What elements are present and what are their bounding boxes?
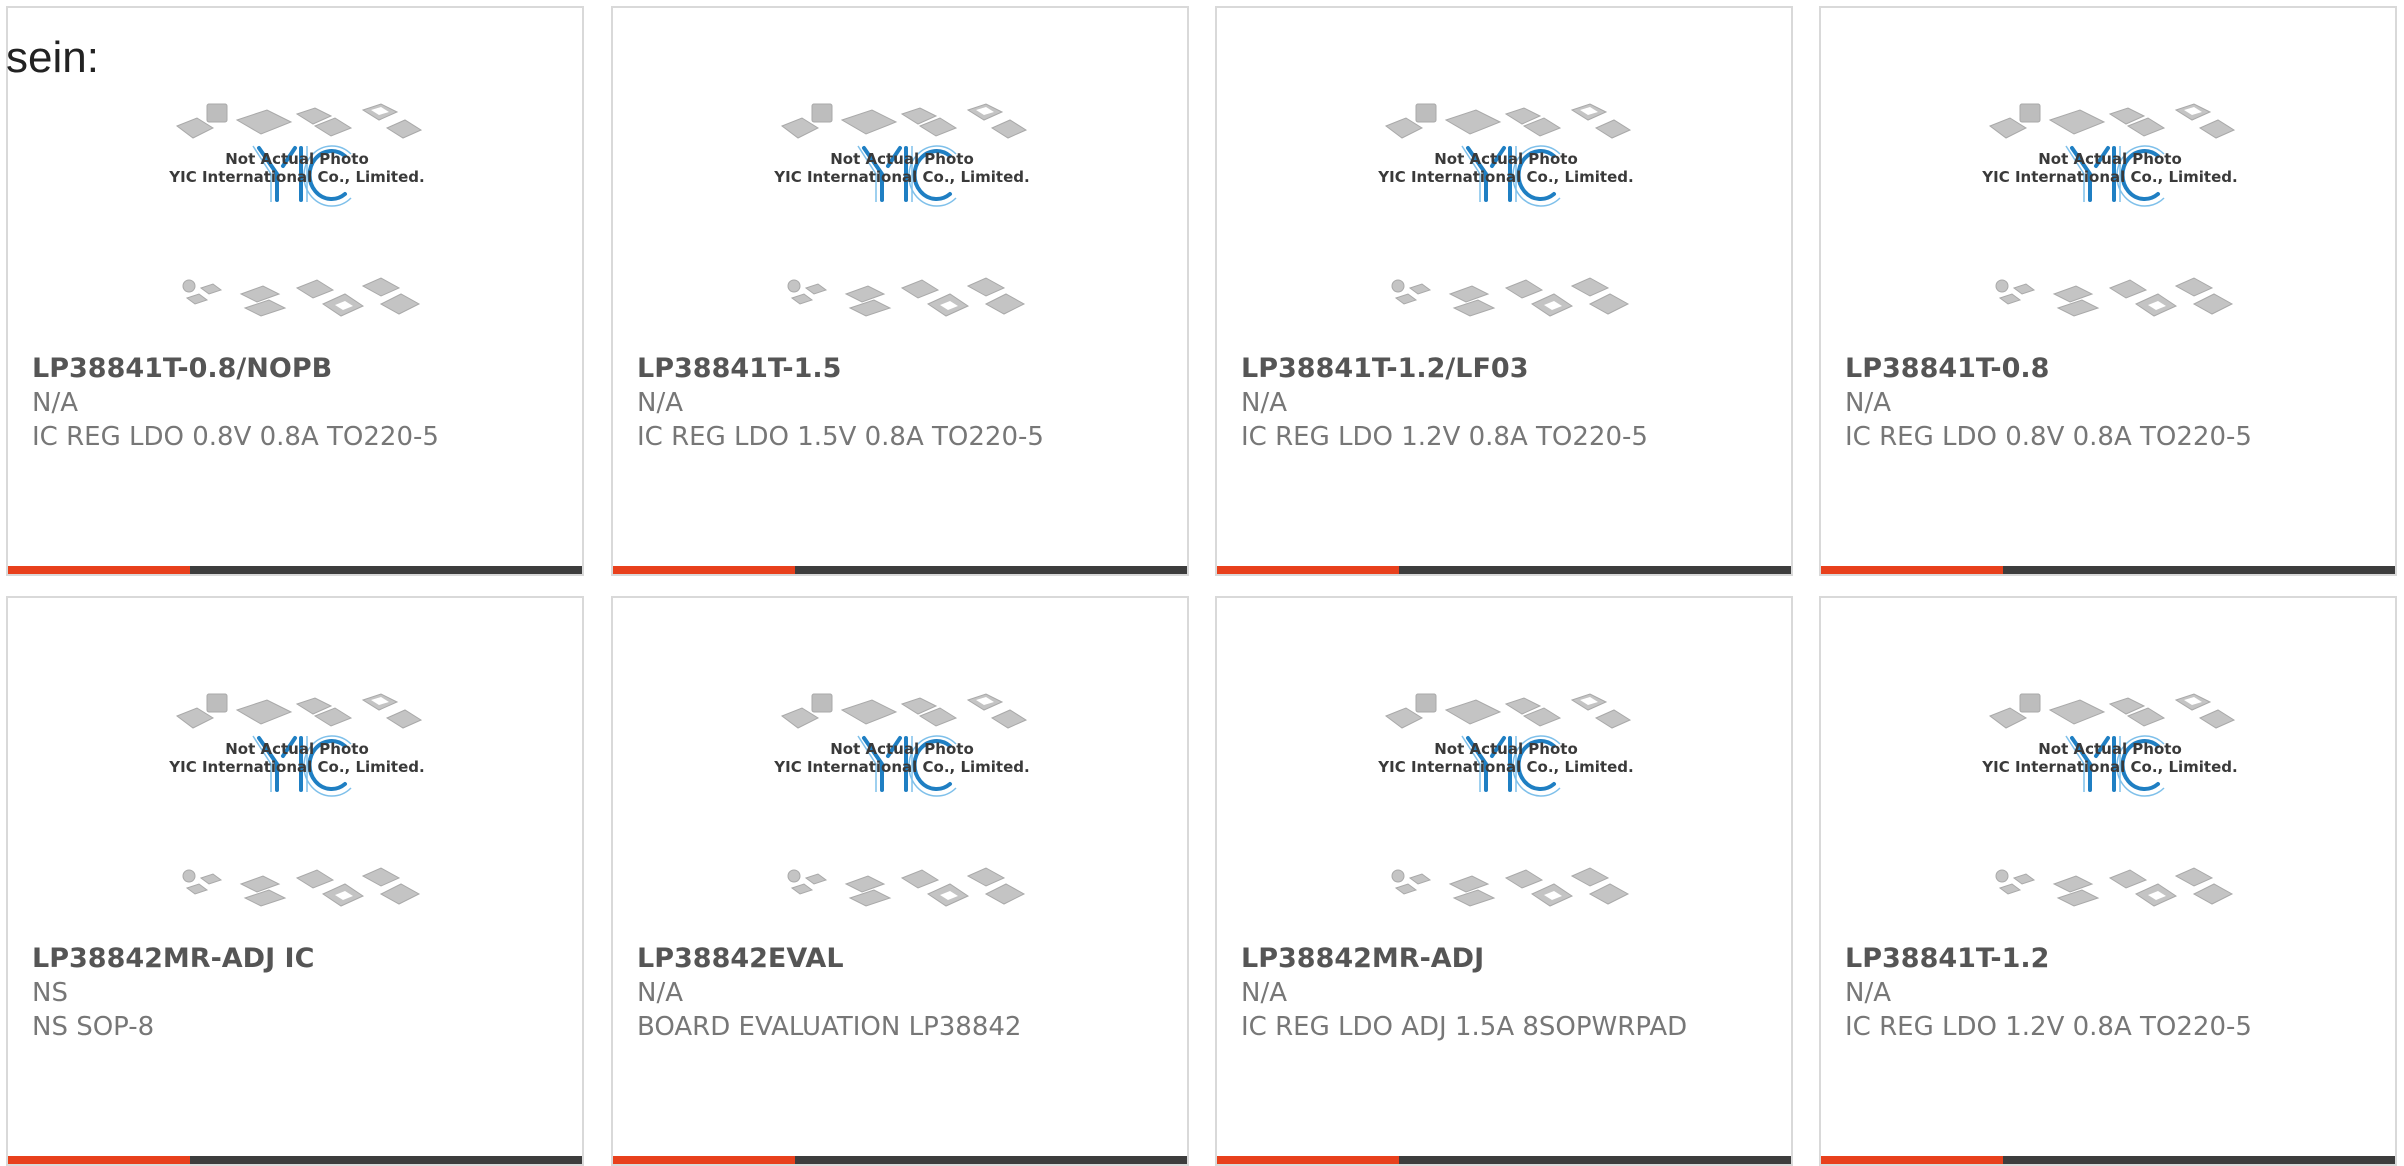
photo-disclaimer: Not Actual Photo [1434,740,1578,758]
product-image-placeholder[interactable] [613,98,1187,348]
product-image-placeholder[interactable] [613,688,1187,938]
chip-packages-icon [1384,103,1632,317]
chip-packages-icon [780,103,1028,317]
card-bottom-bar [8,1156,582,1164]
description: IC REG LDO 1.2V 0.8A TO220-5 [1241,422,1648,452]
product-card[interactable]: Not Actual Photo YIC International Co., … [1819,6,2397,576]
photo-company: YIC International Co., Limited. [774,168,1030,186]
photo-disclaimer: Not Actual Photo [2038,740,2182,758]
product-card[interactable]: Not Actual Photo YIC International Co., … [6,596,584,1166]
product-card[interactable]: Not Actual Photo YIC International Co., … [1215,6,1793,576]
card-accent-bar [613,566,795,574]
section-heading: sein: [6,33,99,82]
part-number-link[interactable]: LP38841T-1.2/LF03 [1241,352,1529,386]
product-image-placeholder[interactable] [8,688,582,938]
product-image-placeholder[interactable] [1821,98,2395,348]
manufacturer: N/A [1845,388,1891,418]
photo-company: YIC International Co., Limited. [1982,758,2238,776]
card-bottom-bar [613,566,1187,574]
card-accent-bar [8,1156,190,1164]
product-image-placeholder[interactable] [1217,98,1791,348]
description: IC REG LDO 1.2V 0.8A TO220-5 [1845,1012,2252,1042]
card-accent-bar [8,566,190,574]
photo-company: YIC International Co., Limited. [1378,168,1634,186]
description: IC REG LDO 1.5V 0.8A TO220-5 [637,422,1044,452]
photo-company: YIC International Co., Limited. [774,758,1030,776]
photo-disclaimer: Not Actual Photo [830,740,974,758]
photo-disclaimer: Not Actual Photo [1434,150,1578,168]
chip-packages-icon [175,693,423,907]
chip-packages-icon [780,693,1028,907]
photo-disclaimer: Not Actual Photo [2038,150,2182,168]
manufacturer: N/A [1241,978,1287,1008]
part-number-link[interactable]: LP38842MR-ADJ [1241,942,1484,976]
photo-company: YIC International Co., Limited. [1982,168,2238,186]
manufacturer: N/A [32,388,78,418]
card-bottom-bar [8,566,582,574]
card-bottom-bar [1217,1156,1791,1164]
photo-disclaimer: Not Actual Photo [830,150,974,168]
manufacturer: N/A [1845,978,1891,1008]
description: IC REG LDO 0.8V 0.8A TO220-5 [32,422,439,452]
photo-company: YIC International Co., Limited. [169,168,425,186]
description: IC REG LDO 0.8V 0.8A TO220-5 [1845,422,2252,452]
product-card[interactable]: Not Actual Photo YIC International Co., … [6,6,584,576]
product-image-placeholder[interactable] [1821,688,2395,938]
part-number-link[interactable]: LP38841T-0.8 [1845,352,2049,386]
chip-packages-icon [175,103,423,317]
chip-packages-icon [1988,103,2236,317]
part-number-link[interactable]: LP38842MR-ADJ IC [32,942,314,976]
product-image-placeholder[interactable] [8,98,582,348]
card-bottom-bar [1217,566,1791,574]
photo-disclaimer: Not Actual Photo [225,740,369,758]
card-accent-bar [1821,566,2003,574]
product-card[interactable]: Not Actual Photo YIC International Co., … [611,6,1189,576]
photo-disclaimer: Not Actual Photo [225,150,369,168]
part-number-link[interactable]: LP38841T-1.5 [637,352,841,386]
product-card[interactable]: Not Actual Photo YIC International Co., … [1819,596,2397,1166]
part-number-link[interactable]: LP38841T-0.8/NOPB [32,352,332,386]
photo-company: YIC International Co., Limited. [1378,758,1634,776]
product-image-placeholder[interactable] [1217,688,1791,938]
photo-company: YIC International Co., Limited. [169,758,425,776]
chip-packages-icon [1988,693,2236,907]
card-accent-bar [613,1156,795,1164]
description: BOARD EVALUATION LP38842 [637,1012,1022,1042]
part-number-link[interactable]: LP38841T-1.2 [1845,942,2049,976]
description: NS SOP-8 [32,1012,155,1042]
product-card[interactable]: Not Actual Photo YIC International Co., … [611,596,1189,1166]
card-bottom-bar [1821,566,2395,574]
description: IC REG LDO ADJ 1.5A 8SOPWRPAD [1241,1012,1688,1042]
card-accent-bar [1217,566,1399,574]
manufacturer: N/A [637,978,683,1008]
product-card[interactable]: Not Actual Photo YIC International Co., … [1215,596,1793,1166]
chip-packages-icon [1384,693,1632,907]
manufacturer: NS [32,978,68,1008]
card-accent-bar [1217,1156,1399,1164]
card-bottom-bar [1821,1156,2395,1164]
card-accent-bar [1821,1156,2003,1164]
card-bottom-bar [613,1156,1187,1164]
manufacturer: N/A [637,388,683,418]
manufacturer: N/A [1241,388,1287,418]
part-number-link[interactable]: LP38842EVAL [637,942,844,976]
